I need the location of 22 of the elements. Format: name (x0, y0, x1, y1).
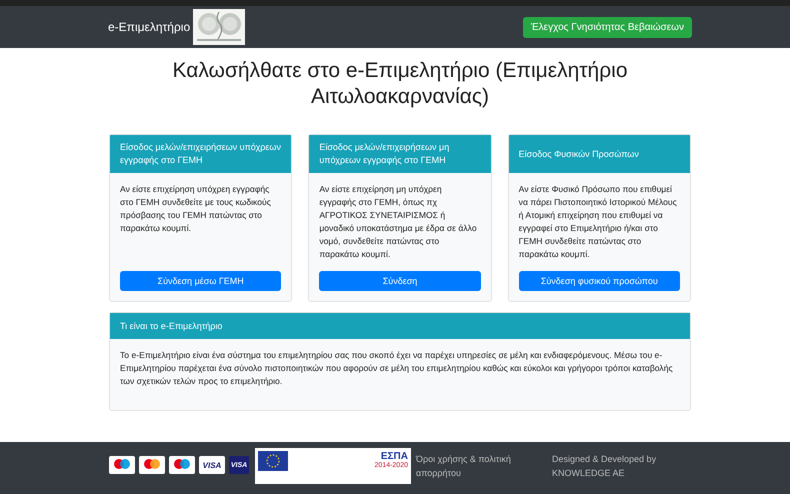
page-title: Καλωσήλθατε στο e-Επιμελητήριο (Επιμελητήριο Αιτωλοακαρνανίας) (171, 58, 629, 110)
espa-logo-text: ΕΣΠΑ (380, 451, 408, 462)
visa-logo: VISA (199, 456, 225, 474)
card-header: Τι είναι το e-Επιμελητήριο (110, 313, 690, 339)
maestro-logo-icon (109, 456, 135, 474)
card-description: Αν είστε Φυσικό Πρόσωπο που επιθυμεί να πάρει Πιστοποιητικό Ιστορικού Μέλους ή Ατομική επιχείρηση που επιθυμεί να εγγραφεί στο Επιμελητήριο ή/και στο ΓΕΜΗ συνδεθείτε πατώντας στο παρακάτω κουμπί. (518, 183, 678, 261)
maestro-logo-icon (169, 456, 195, 474)
login-button[interactable]: Σύνδεση (319, 271, 481, 291)
card-header: Είσοδος μελών/επιχειρήσεων μη υπόχρεων εγγραφής στο ΓΕΜΗ (309, 135, 491, 173)
brand-link[interactable]: e-Επιμελητήριο (108, 20, 190, 34)
card-description: Αν είστε επιχείρηση μη υπόχρεη εγγραφής στο ΓΕΜΗ, όπως πχ ΑΓΡΟΤΙΚΟΣ ΣΥΝΕΤΑΙΡΙΣΜΟΣ ή μοναδικό υποκατάστημα με έδρα σε άλλο νομό, συνδεθείτε πατώντας στο παρακάτω κουμπί. (319, 183, 478, 261)
terms-link[interactable]: Όροι χρήσης & πολιτική απορρήτου (416, 452, 526, 480)
login-button[interactable]: Σύνδεση φυσικού προσώπου (518, 271, 680, 291)
mastercard-logo-icon (139, 456, 165, 474)
login-button[interactable]: Σύνδεση μέσω ΓΕΜΗ (120, 271, 282, 291)
card-description: Αν είστε επιχείρηση υπόχρεη εγγραφής στο ΓΕΜΗ συνδεθείτε με τους κωδικούς πρόσβασης του ΓΕΜΗ πατώντας στο παρακάτω κουμπί. (120, 183, 272, 235)
card-header: Είσοδος Φυσικών Προσώπων (508, 135, 690, 173)
card-header: Είσοδος μελών/επιχειρήσεων υπόχρεων εγγραφής στο ΓΕΜΗ (110, 135, 292, 173)
credit-text: Designed & Developed by KNOWLEDGE AE (552, 453, 658, 480)
eu-flag-icon (258, 451, 288, 471)
about-description: Το e-Επιμελητήριο είναι ένα σύστημα του επιμελητηρίου σας που σκοπό έχει να παρέχει υπηρεσίες σε μέλη και ενδιαφερόμενους. Μέσω του e-Επιμελητηρίου παρέχεται ένα σύνολο πιστοποιητικών που αφορούν σε μέλη του επιμελητηρίου καθώς και εύκολοι και γρήγοροι τρόποι καταβολής των σχετικών τελών προς το επιμελητήριο. (120, 349, 674, 388)
verify-certificates-button[interactable]: Έλεγχος Γνησιότητας Βεβαιώσεων (522, 16, 692, 38)
